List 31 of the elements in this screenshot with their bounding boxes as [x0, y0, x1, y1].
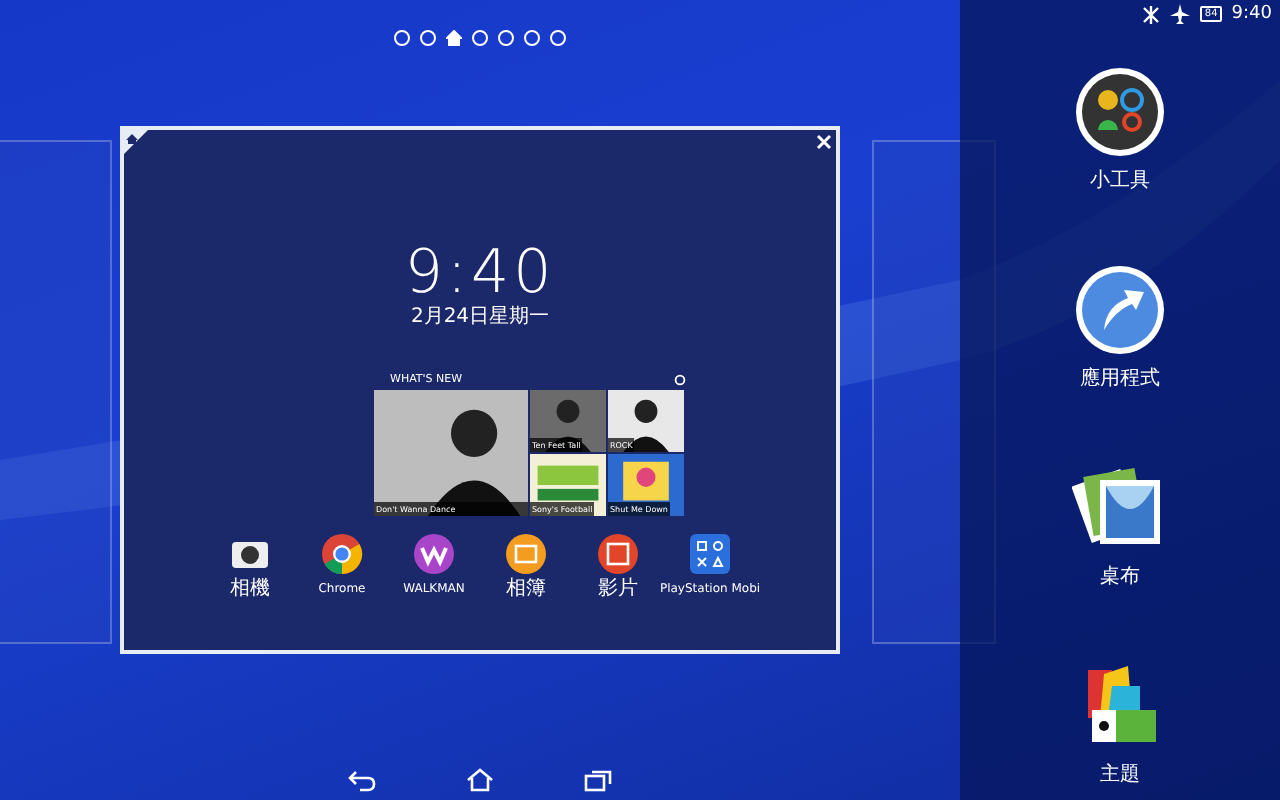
clock-time: 9:40	[404, 242, 556, 306]
film-icon	[596, 532, 640, 576]
widgets-icon	[1072, 64, 1168, 160]
album-icon	[504, 532, 548, 576]
page-indicator-dot[interactable]	[472, 30, 488, 46]
app-label[interactable]: 相簿	[506, 580, 546, 600]
nfc-icon	[1142, 5, 1161, 23]
customize-option[interactable]: 桌布	[1072, 460, 1168, 590]
app-label[interactable]: 相機	[230, 580, 270, 600]
home-corner-icon[interactable]	[122, 128, 150, 156]
home-icon[interactable]	[466, 768, 494, 792]
close-icon[interactable]	[816, 134, 832, 150]
chrome-icon	[320, 532, 364, 576]
page-indicator-dot[interactable]	[420, 30, 436, 46]
walkman-icon	[412, 532, 456, 576]
customize-option[interactable]: 主題	[1072, 658, 1168, 788]
playstation-icon	[688, 532, 732, 576]
customize-option[interactable]: 應用程式	[1072, 262, 1168, 392]
back-icon[interactable]	[348, 768, 376, 792]
status-time: 9:40	[1231, 4, 1272, 24]
page-indicator-dot[interactable]	[550, 30, 566, 46]
page-indicator-dot[interactable]	[498, 30, 514, 46]
page-indicator-dot[interactable]	[524, 30, 540, 46]
app-label[interactable]: 影片	[598, 580, 638, 600]
recent-apps-icon[interactable]	[584, 768, 612, 792]
home-page-indicator[interactable]	[446, 30, 462, 46]
refresh-icon[interactable]	[674, 373, 686, 385]
clock-date: 2月24日星期一	[410, 306, 550, 330]
page-indicator-dot[interactable]	[394, 30, 410, 46]
airplane-icon	[1170, 4, 1191, 24]
customize-option[interactable]: 小工具	[1072, 64, 1168, 194]
